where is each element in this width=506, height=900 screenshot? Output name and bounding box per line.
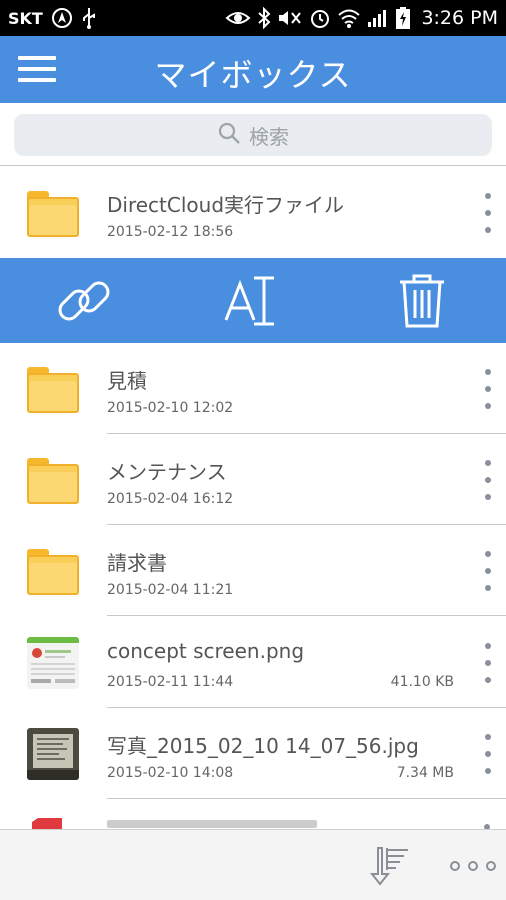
list-item[interactable]: 見積 2015-02-10 12:02	[0, 343, 506, 434]
bottom-bar	[0, 829, 506, 900]
file-name: 請求書	[107, 551, 167, 575]
file-name: DirectCloud実行ファイル	[107, 193, 345, 217]
more-options-icon[interactable]	[480, 460, 496, 500]
link-icon[interactable]	[54, 272, 114, 330]
rename-icon[interactable]	[222, 272, 282, 330]
pdf-icon	[32, 818, 62, 829]
sort-icon[interactable]	[368, 844, 412, 888]
photo-thumbnail	[27, 728, 79, 780]
usb-icon	[81, 6, 97, 30]
file-date: 2015-02-10 14:08	[107, 765, 234, 781]
folder-icon	[27, 549, 79, 595]
file-date: 2015-02-04 11:21	[107, 582, 234, 598]
divider	[107, 798, 506, 799]
more-options-icon[interactable]	[480, 734, 496, 774]
folder-icon	[27, 191, 79, 237]
file-date: 2015-02-11 11:44	[107, 674, 234, 690]
list-item-partial[interactable]	[0, 800, 506, 829]
trash-icon[interactable]	[392, 272, 452, 330]
file-name: 見積	[107, 369, 147, 393]
search-placeholder: 検索	[249, 124, 289, 149]
page-title: マイボックス	[154, 56, 352, 94]
file-name: メンテナンス	[107, 460, 227, 484]
search-icon	[217, 121, 241, 150]
carrier-label: SKT	[8, 8, 43, 28]
alarm-icon	[309, 7, 331, 29]
divider	[107, 615, 506, 616]
item-action-bar	[0, 258, 506, 343]
file-size: 41.10 KB	[390, 674, 454, 690]
navigation-icon	[51, 7, 73, 29]
file-size: 7.34 MB	[396, 765, 454, 781]
image-thumbnail	[27, 637, 79, 689]
status-bar: SKT 3:26 PM	[0, 0, 506, 36]
clock: 3:26 PM	[421, 7, 498, 29]
wifi-icon	[337, 8, 361, 28]
battery-icon	[395, 6, 411, 30]
list-item[interactable]: concept screen.png 2015-02-11 11:44 41.1…	[0, 617, 506, 708]
more-options-icon[interactable]	[480, 643, 496, 683]
list-item[interactable]: メンテナンス 2015-02-04 16:12	[0, 434, 506, 525]
list-item[interactable]: 請求書 2015-02-04 11:21	[0, 525, 506, 616]
file-date: 2015-02-04 16:12	[107, 491, 234, 507]
overflow-menu-icon[interactable]	[450, 852, 496, 880]
app-bar: マイボックス	[0, 36, 506, 103]
signal-icon	[367, 8, 389, 28]
list-item[interactable]: DirectCloud実行ファイル 2015-02-12 18:56	[0, 167, 506, 258]
more-options-icon[interactable]	[480, 193, 496, 233]
bluetooth-icon	[257, 7, 271, 29]
file-name-clipped	[107, 820, 317, 828]
file-date: 2015-02-10 12:02	[107, 400, 234, 416]
file-name: concept screen.png	[107, 639, 305, 663]
folder-icon	[27, 458, 79, 504]
more-options-icon[interactable]	[480, 369, 496, 409]
eye-icon	[225, 9, 251, 27]
folder-icon	[27, 367, 79, 413]
file-name: 写真_2015_02_10 14_07_56.jpg	[107, 734, 419, 758]
more-options-icon[interactable]	[480, 551, 496, 591]
search-area: 検索	[0, 103, 506, 166]
mute-icon	[277, 8, 303, 28]
file-date: 2015-02-12 18:56	[107, 224, 234, 240]
list-item[interactable]: 写真_2015_02_10 14_07_56.jpg 2015-02-10 14…	[0, 708, 506, 799]
search-input[interactable]: 検索	[14, 114, 492, 156]
